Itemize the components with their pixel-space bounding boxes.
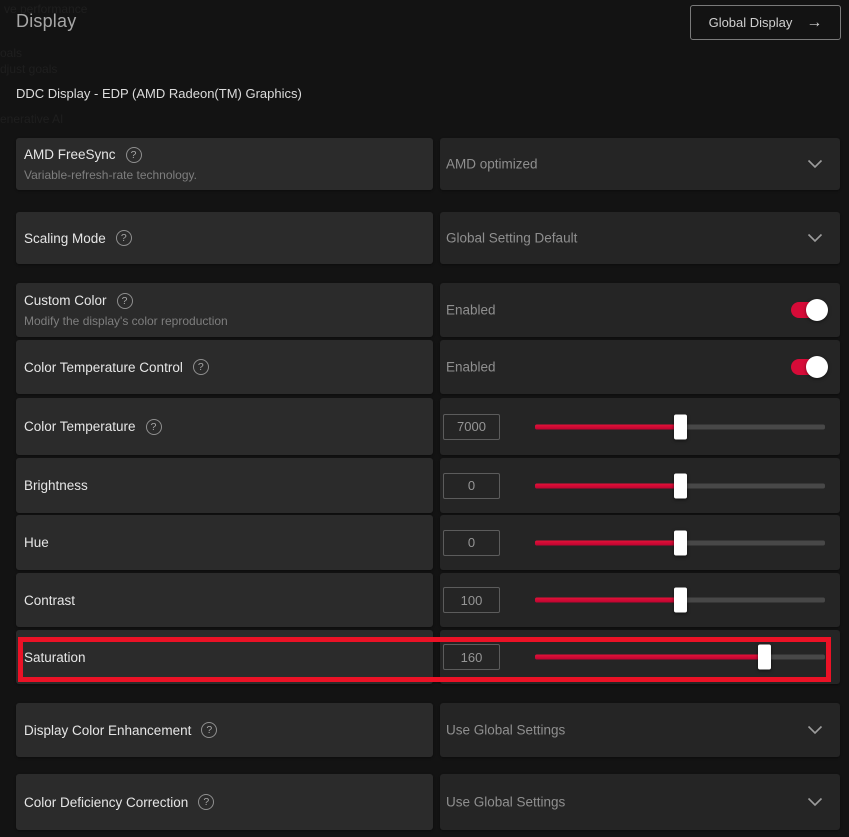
toggle-state-label: Enabled [446, 360, 496, 375]
display-settings-page: ve performance oals djust goals enerativ… [0, 0, 849, 837]
help-icon[interactable]: ? [146, 419, 162, 435]
setting-label-card: Saturation [16, 630, 433, 684]
custom-color-control: Enabled [440, 283, 840, 337]
ghost-text: oals [0, 46, 22, 60]
global-display-button[interactable]: Global Display → [690, 5, 841, 40]
setting-label: Custom Color [24, 293, 107, 308]
hue-input[interactable] [443, 530, 500, 556]
hue-slider-card [440, 515, 840, 570]
chevron-down-icon [807, 160, 823, 169]
setting-label-card: Brightness [16, 458, 433, 513]
setting-label: Display Color Enhancement [24, 723, 191, 738]
slider-fill [535, 483, 680, 488]
setting-label-card: AMD FreeSync ? Variable-refresh-rate tec… [16, 138, 433, 190]
setting-row-color-temperature: Color Temperature ? [0, 398, 849, 455]
help-icon[interactable]: ? [126, 147, 142, 163]
setting-row-color-temperature-control: Color Temperature Control ? Enabled [0, 340, 849, 394]
contrast-slider[interactable] [535, 588, 825, 613]
color-temperature-slider[interactable] [535, 414, 825, 439]
slider-thumb[interactable] [674, 414, 687, 439]
amd-freesync-dropdown[interactable]: AMD optimized [440, 138, 840, 190]
color-temperature-control: Enabled [440, 340, 840, 394]
chevron-down-icon [807, 798, 823, 807]
setting-label-card: Contrast [16, 573, 433, 627]
slider-thumb[interactable] [758, 645, 771, 670]
saturation-slider[interactable] [535, 645, 825, 670]
display-device-heading: DDC Display - EDP (AMD Radeon(TM) Graphi… [16, 86, 302, 101]
slider-fill [535, 424, 680, 429]
slider-fill [535, 598, 680, 603]
setting-row-hue: Hue [0, 515, 849, 570]
slider-track [535, 655, 825, 660]
ghost-text: djust goals [0, 62, 57, 76]
setting-row-amd-freesync: AMD FreeSync ? Variable-refresh-rate tec… [0, 138, 849, 190]
slider-thumb[interactable] [674, 473, 687, 498]
brightness-input[interactable] [443, 473, 500, 499]
chevron-down-icon [807, 234, 823, 243]
setting-label-card: Hue [16, 515, 433, 570]
help-icon[interactable]: ? [116, 230, 132, 246]
setting-label-card: Color Temperature Control ? [16, 340, 433, 394]
setting-label: Scaling Mode [24, 231, 106, 246]
help-icon[interactable]: ? [201, 722, 217, 738]
setting-label-card: Display Color Enhancement ? [16, 703, 433, 757]
setting-label: Brightness [24, 478, 88, 493]
toggle-state-label: Enabled [446, 303, 496, 318]
slider-fill [535, 540, 680, 545]
setting-row-brightness: Brightness [0, 458, 849, 513]
dropdown-value: AMD optimized [446, 157, 538, 172]
setting-label: Contrast [24, 593, 75, 608]
setting-label: Color Temperature [24, 419, 136, 434]
display-color-enhancement-dropdown[interactable]: Use Global Settings [440, 703, 840, 757]
dropdown-value: Use Global Settings [446, 723, 565, 738]
setting-sublabel: Modify the display's color reproduction [24, 314, 228, 328]
color-temperature-control-toggle[interactable] [791, 359, 826, 375]
toggle-knob [806, 299, 828, 321]
setting-sublabel: Variable-refresh-rate technology. [24, 168, 197, 182]
custom-color-toggle[interactable] [791, 302, 826, 318]
help-icon[interactable]: ? [193, 359, 209, 375]
setting-label-card: Custom Color ? Modify the display's colo… [16, 283, 433, 337]
slider-thumb[interactable] [674, 588, 687, 613]
setting-label-card: Color Temperature ? [16, 398, 433, 455]
contrast-slider-card [440, 573, 840, 627]
color-temperature-slider-card [440, 398, 840, 455]
setting-label: AMD FreeSync [24, 147, 116, 162]
page-title: Display [16, 11, 76, 32]
chevron-down-icon [807, 726, 823, 735]
color-deficiency-correction-dropdown[interactable]: Use Global Settings [440, 774, 840, 830]
setting-label: Color Deficiency Correction [24, 795, 188, 810]
setting-row-saturation: Saturation [0, 630, 849, 684]
saturation-input[interactable] [443, 644, 500, 670]
global-display-button-label: Global Display [709, 15, 793, 30]
help-icon[interactable]: ? [117, 293, 133, 309]
toggle-knob [806, 356, 828, 378]
setting-row-display-color-enhancement: Display Color Enhancement ? Use Global S… [0, 703, 849, 757]
setting-row-custom-color: Custom Color ? Modify the display's colo… [0, 283, 849, 337]
setting-row-scaling-mode: Scaling Mode ? Global Setting Default [0, 212, 849, 264]
slider-fill [535, 655, 764, 660]
brightness-slider-card [440, 458, 840, 513]
dropdown-value: Use Global Settings [446, 795, 565, 810]
arrow-right-icon: → [806, 15, 822, 31]
setting-row-contrast: Contrast [0, 573, 849, 627]
setting-label-card: Color Deficiency Correction ? [16, 774, 433, 830]
hue-slider[interactable] [535, 530, 825, 555]
setting-label-card: Scaling Mode ? [16, 212, 433, 264]
dropdown-value: Global Setting Default [446, 231, 577, 246]
color-temperature-input[interactable] [443, 414, 500, 440]
slider-thumb[interactable] [674, 530, 687, 555]
setting-label: Saturation [24, 650, 86, 665]
saturation-slider-card [440, 630, 840, 684]
setting-label: Color Temperature Control [24, 360, 183, 375]
setting-row-color-deficiency-correction: Color Deficiency Correction ? Use Global… [0, 774, 849, 830]
scaling-mode-dropdown[interactable]: Global Setting Default [440, 212, 840, 264]
brightness-slider[interactable] [535, 473, 825, 498]
help-icon[interactable]: ? [198, 794, 214, 810]
ghost-text: enerative AI [0, 112, 63, 126]
contrast-input[interactable] [443, 587, 500, 613]
setting-label: Hue [24, 535, 49, 550]
